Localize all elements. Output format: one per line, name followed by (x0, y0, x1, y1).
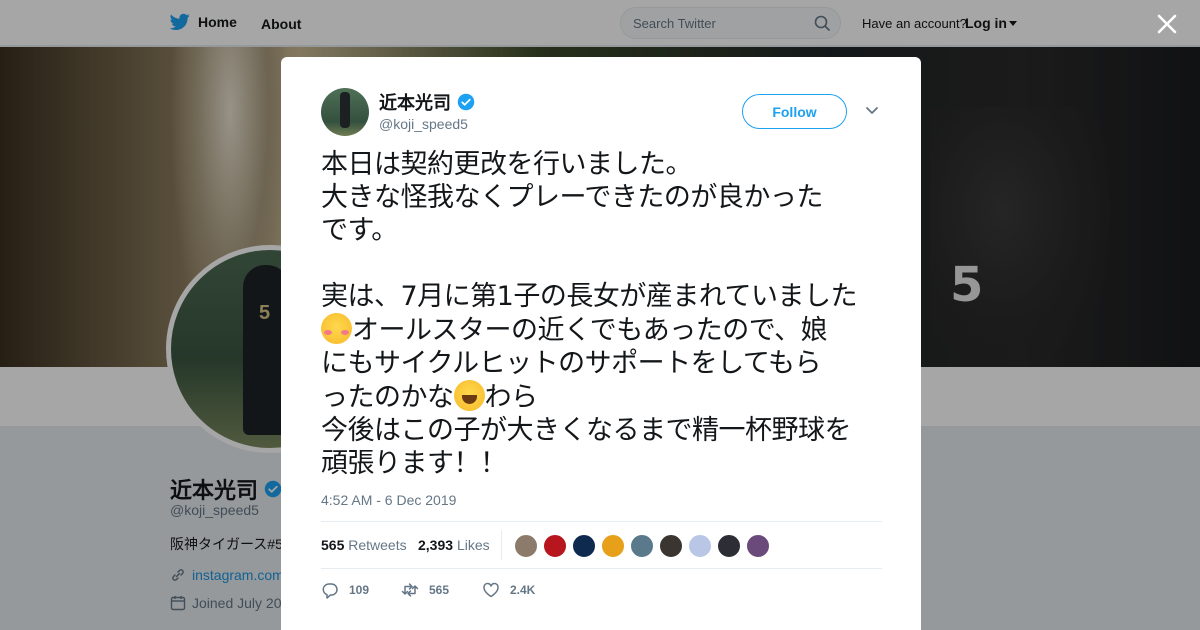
liker-avatar[interactable] (601, 534, 625, 558)
likes-label: Likes (456, 537, 490, 553)
reply-icon (322, 583, 338, 599)
chevron-down-icon[interactable] (865, 105, 879, 117)
retweet-icon (401, 583, 419, 597)
likes-stat[interactable]: 2,393 Likes (418, 537, 490, 553)
tweet-text-part-1: 本日は契約更改を行いました。 大きな怪我なくプレーできたのが良かった です。 実… (321, 149, 858, 312)
verified-badge-icon (457, 93, 475, 111)
retweets-label: Retweets (348, 537, 407, 553)
laughing-emoji-icon (453, 380, 485, 411)
tweet-text-part-2: オールスターの近くでもあったので、娘 にもサイクルヒットのサポートをしてもら っ… (321, 315, 828, 413)
tweet-timestamp[interactable]: 4:52 AM - 6 Dec 2019 (321, 492, 456, 508)
heart-icon (483, 582, 499, 598)
reply-count: 109 (349, 583, 370, 597)
follow-button[interactable]: Follow (742, 94, 847, 129)
retweet-button[interactable]: 565 (401, 581, 449, 599)
tweet-modal: 近本光司 @koji_speed5 Follow 本日は契約更改を行いました。 … (281, 57, 921, 630)
liker-avatar[interactable] (514, 534, 538, 558)
liker-avatar[interactable] (572, 534, 596, 558)
tweet-author-name[interactable]: 近本光司 (379, 89, 475, 115)
retweets-stat[interactable]: 565 Retweets (321, 537, 407, 553)
liker-avatar[interactable] (717, 534, 741, 558)
likes-count: 2,393 (418, 537, 454, 553)
retweets-count: 565 (321, 537, 345, 553)
blush-emoji-icon (321, 313, 352, 344)
like-count: 2.4K (510, 583, 536, 597)
liker-avatars (514, 534, 770, 558)
tweet-author-name-text[interactable]: 近本光司 (379, 89, 451, 115)
liker-avatar[interactable] (630, 534, 654, 558)
stats-divider (501, 530, 502, 560)
retweet-count: 565 (429, 583, 450, 597)
tweet-author-avatar[interactable] (321, 88, 369, 136)
like-button[interactable]: 2.4K (482, 581, 535, 599)
tweet-author-handle[interactable]: @koji_speed5 (379, 116, 468, 132)
liker-avatar[interactable] (746, 534, 770, 558)
avatar-figure (340, 92, 350, 128)
liker-avatar[interactable] (688, 534, 712, 558)
liker-avatar[interactable] (659, 534, 683, 558)
close-icon[interactable] (1153, 10, 1181, 38)
tweet-stats: 565 Retweets 2,393 Likes (321, 521, 882, 569)
tweet-text: 本日は契約更改を行いました。 大きな怪我なくプレーできたのが良かった です。 実… (321, 148, 891, 480)
liker-avatar[interactable] (543, 534, 567, 558)
reply-button[interactable]: 109 (321, 581, 369, 599)
